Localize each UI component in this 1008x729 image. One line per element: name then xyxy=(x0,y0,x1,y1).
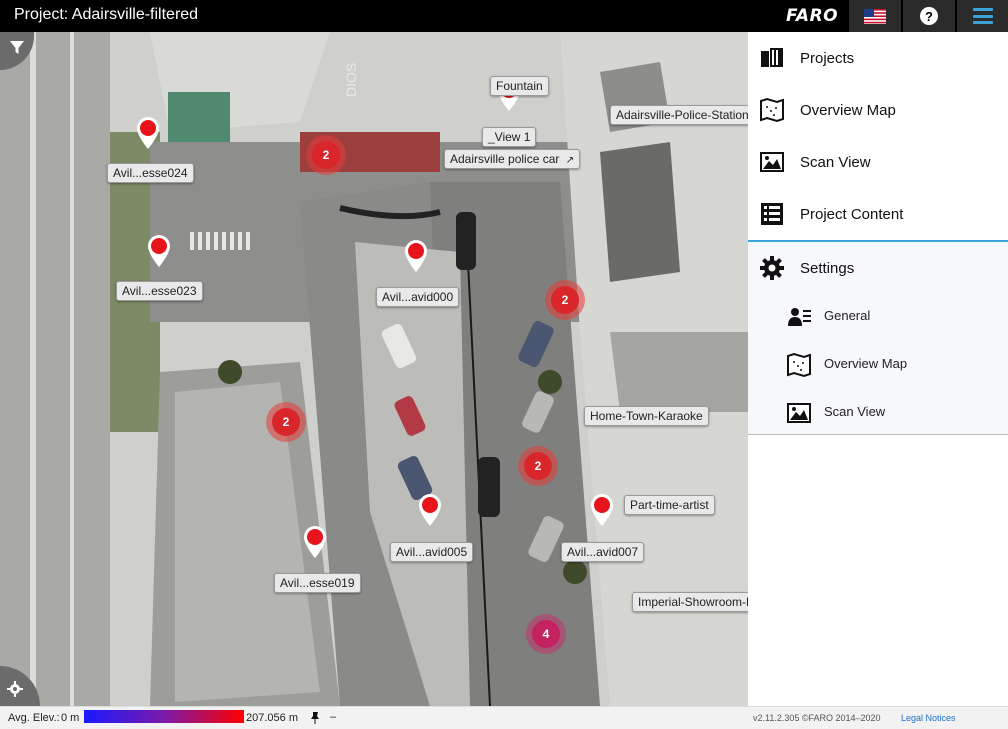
settings-item-label: General xyxy=(824,308,871,323)
sidebar-item-project-content[interactable]: Project Content xyxy=(748,188,1008,240)
main-menu-button[interactable] xyxy=(956,0,1008,32)
help-button[interactable]: ? xyxy=(902,0,955,32)
user-settings-icon xyxy=(788,308,811,326)
sidebar-item-label: Project Content xyxy=(800,205,904,223)
scan-marker-label[interactable]: Avil...avid007 xyxy=(561,542,645,562)
gear-icon xyxy=(760,256,784,280)
sidebar-item-overview-map[interactable]: Overview Map xyxy=(748,84,1008,136)
scan-marker-label[interactable]: Avil...esse023 xyxy=(116,281,203,301)
projects-icon xyxy=(761,48,783,67)
scan-pin-icon[interactable] xyxy=(417,493,443,527)
sidebar-item-scan-view[interactable]: Scan View xyxy=(748,136,1008,188)
filter-icon xyxy=(10,41,24,54)
scan-cluster[interactable]: 2 xyxy=(518,446,558,486)
poi-callout[interactable]: Adairsville-Police-Station xyxy=(610,105,748,125)
view-marker-label[interactable]: _View 1 xyxy=(482,127,537,147)
elevation-max: 207.056 m xyxy=(246,712,298,724)
scan-marker-label[interactable]: Avil...esse019 xyxy=(274,573,361,593)
status-bar: Avg. Elev.: 0 m 207.056 m – v2.11.2.305 … xyxy=(0,706,1008,729)
settings-item-label: Scan View xyxy=(824,404,886,419)
project-content-icon xyxy=(761,203,783,225)
us-flag-icon xyxy=(864,8,886,24)
version-text: v2.11.2.305 ©FARO 2014–2020 xyxy=(753,713,881,723)
language-button[interactable] xyxy=(848,0,901,32)
gear-icon xyxy=(7,681,23,697)
navigation-sidebar: Projects Overview Map Scan View Project … xyxy=(748,32,1008,706)
pushpin-icon[interactable] xyxy=(309,711,321,725)
faro-logo: FARO xyxy=(786,6,839,26)
scan-pin-icon[interactable] xyxy=(146,234,172,268)
elevation-color-scale xyxy=(84,710,244,723)
settings-item-overview-map[interactable]: Overview Map xyxy=(748,340,1008,388)
overview-map-icon xyxy=(787,352,811,378)
hamburger-menu-icon xyxy=(972,8,993,24)
scan-marker-label[interactable]: Avil...esse024 xyxy=(107,163,194,183)
poi-callout[interactable]: Fountain xyxy=(490,76,549,96)
scan-pin-icon[interactable] xyxy=(302,525,328,559)
sidebar-item-label: Scan View xyxy=(800,153,871,171)
road-marking-text: DIOS xyxy=(343,63,359,97)
sidebar-item-projects[interactable]: Projects xyxy=(748,32,1008,84)
sidebar-item-label: Projects xyxy=(800,49,855,67)
scan-pin-icon[interactable] xyxy=(589,493,615,527)
scan-cluster[interactable]: 2 xyxy=(306,135,346,175)
poi-callout-link[interactable]: Adairsville police car ↗ xyxy=(444,149,581,169)
settings-item-general[interactable]: General xyxy=(748,292,1008,340)
scan-cluster[interactable]: 2 xyxy=(266,402,306,442)
sidebar-item-label: Overview Map xyxy=(800,101,896,119)
elevation-min: 0 m xyxy=(61,712,80,724)
top-bar: Project: Adairsville-filtered FARO ? xyxy=(0,0,1008,32)
settings-section: Settings General Overview Map Scan View xyxy=(748,240,1008,435)
scan-pin-icon[interactable] xyxy=(135,116,161,150)
question-mark-icon: ? xyxy=(920,7,938,25)
overview-map[interactable]: DIOS 2 2 2 2 4 Avil...esse024 Avil...ess… xyxy=(0,32,748,706)
settings-item-label: Overview Map xyxy=(824,356,908,371)
scan-view-icon xyxy=(760,152,784,172)
scan-marker-label[interactable]: Avil...avid005 xyxy=(390,542,474,562)
poi-callout[interactable]: Part-time-artist xyxy=(624,495,715,515)
poi-callout[interactable]: Imperial-Showroom-E xyxy=(632,592,748,612)
overview-map-icon xyxy=(760,97,784,123)
scan-cluster[interactable]: 4 xyxy=(526,614,566,654)
elevation-label: Avg. Elev.: xyxy=(8,712,60,724)
scan-view-icon xyxy=(787,403,811,423)
settings-item-scan-view[interactable]: Scan View xyxy=(748,388,1008,436)
legal-notices-link[interactable]: Legal Notices xyxy=(901,713,956,723)
page-title: Project: Adairsville-filtered xyxy=(14,6,199,23)
scan-marker-label[interactable]: Avil...avid000 xyxy=(376,287,460,307)
poi-callout[interactable]: Home-Town-Karaoke xyxy=(584,406,709,426)
external-link-icon: ↗ xyxy=(565,155,575,166)
scan-pin-icon[interactable] xyxy=(403,239,429,273)
poi-callout-text: Adairsville police car xyxy=(450,152,560,166)
scan-cluster[interactable]: 2 xyxy=(545,280,585,320)
sidebar-item-label: Settings xyxy=(800,259,855,277)
pinned-value: – xyxy=(330,711,337,723)
sidebar-item-settings[interactable]: Settings xyxy=(748,242,1008,294)
